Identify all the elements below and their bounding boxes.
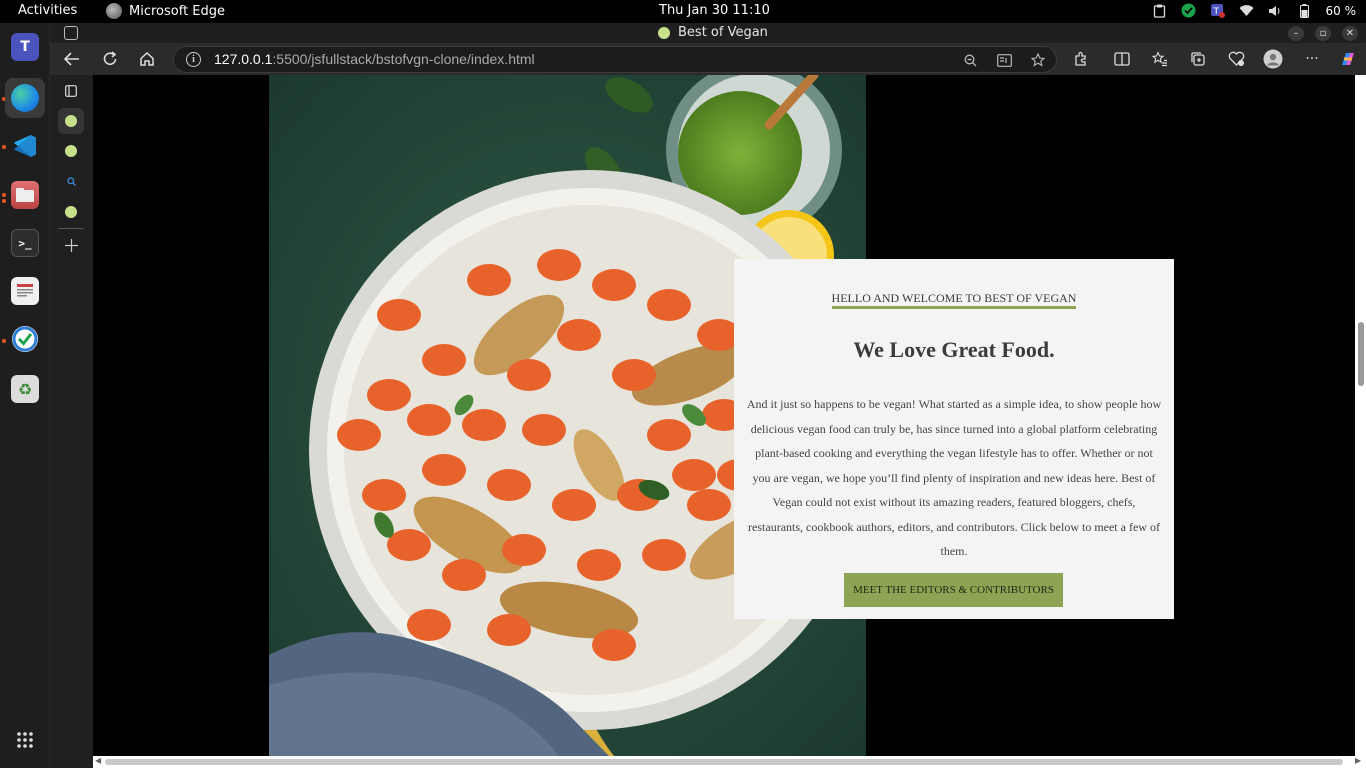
window-titlebar[interactable]: Best of Vegan – ▫ ✕: [50, 23, 1366, 43]
collections-icon[interactable]: [1188, 49, 1208, 69]
system-top-bar: Activities Microsoft Edge Thu Jan 30 11:…: [0, 0, 1366, 23]
back-arrow-icon[interactable]: [62, 49, 82, 69]
tab-best-of-vegan[interactable]: [58, 108, 84, 134]
scroll-left-arrow[interactable]: ◀: [95, 756, 101, 765]
page-viewport: HELLO AND WELCOME TO BEST OF VEGAN We Lo…: [93, 75, 1355, 756]
window-title: Best of Vegan: [658, 25, 768, 40]
url-path: :5500/jsfullstack/bstofvgn-clone/index.h…: [272, 51, 535, 67]
battery-percent: 60 %: [1325, 3, 1357, 18]
dock-item-terminal[interactable]: >_: [5, 223, 45, 263]
copilot-icon[interactable]: [1338, 49, 1358, 69]
welcome-card: HELLO AND WELCOME TO BEST OF VEGAN We Lo…: [734, 259, 1174, 619]
terminal-icon: >_: [11, 229, 39, 257]
teams-icon: T: [11, 33, 39, 61]
url-text[interactable]: 127.0.0.1:5500/jsfullstack/bstofvgn-clon…: [214, 51, 535, 67]
immersive-reader-icon[interactable]: [996, 52, 1012, 68]
wifi-icon[interactable]: [1239, 3, 1254, 18]
address-bar[interactable]: i 127.0.0.1:5500/jsfullstack/bstofvgn-cl…: [173, 46, 1057, 73]
edge-app-icon: [106, 3, 122, 19]
horizontal-scrollbar-thumb[interactable]: [105, 759, 1343, 765]
close-button[interactable]: ✕: [1342, 26, 1358, 41]
vertical-scrollbar-thumb[interactable]: [1358, 322, 1364, 386]
battery-icon[interactable]: [1297, 3, 1312, 18]
vertical-scrollbar[interactable]: [1355, 75, 1366, 756]
system-tray[interactable]: T 60 %: [1152, 3, 1357, 18]
new-tab-button[interactable]: [58, 232, 84, 258]
volume-icon[interactable]: [1268, 3, 1283, 18]
dock-item-vscode[interactable]: [5, 126, 45, 166]
tab-favicon: [65, 206, 77, 218]
trash-icon: ♻: [11, 375, 39, 403]
url-host: 127.0.0.1: [214, 51, 273, 67]
welcome-kicker: HELLO AND WELCOME TO BEST OF VEGAN: [734, 291, 1174, 309]
browser-essentials-icon[interactable]: [1226, 49, 1246, 69]
minimize-button[interactable]: –: [1288, 26, 1304, 41]
dock-item-trash[interactable]: ♻: [5, 369, 45, 409]
browser-toolbar: i 127.0.0.1:5500/jsfullstack/bstofvgn-cl…: [50, 43, 1366, 75]
tab-favicon: [65, 145, 77, 157]
site-info-icon[interactable]: i: [186, 52, 201, 67]
tab-divider: [58, 228, 84, 229]
tab-actions-icon[interactable]: [64, 26, 78, 40]
dock-item-files[interactable]: [5, 175, 45, 215]
tab-favicon: [65, 115, 77, 127]
welcome-kicker-text: HELLO AND WELCOME TO BEST OF VEGAN: [831, 291, 1077, 309]
split-screen-icon[interactable]: [1112, 49, 1132, 69]
svg-text:T: T: [1212, 7, 1219, 17]
horizontal-scrollbar[interactable]: ◀ ▶: [93, 756, 1366, 768]
document-viewer-icon: [11, 277, 39, 305]
vscode-icon: [11, 132, 39, 160]
welcome-headline: We Love Great Food.: [853, 337, 1055, 362]
dock-item-teams[interactable]: T: [5, 27, 45, 67]
maximize-button[interactable]: ▫: [1315, 26, 1331, 41]
extensions-icon[interactable]: [1071, 49, 1091, 69]
profile-avatar[interactable]: [1263, 49, 1283, 69]
favorites-icon[interactable]: [1150, 49, 1170, 69]
dock-item-security-app[interactable]: [5, 319, 45, 359]
app-name: Microsoft Edge: [129, 3, 226, 19]
dock-item-edge[interactable]: [5, 78, 45, 118]
activities-button[interactable]: Activities: [18, 3, 77, 18]
dock: T >_ ♻: [0, 23, 50, 768]
refresh-icon[interactable]: [100, 49, 120, 69]
browser-window: Best of Vegan – ▫ ✕ i 127.0.0.1:5500/jsf…: [50, 23, 1366, 768]
app-menu[interactable]: Microsoft Edge: [106, 3, 225, 19]
tab-actions-button[interactable]: [58, 78, 84, 104]
scroll-right-arrow[interactable]: ▶: [1355, 756, 1361, 765]
clipboard-icon[interactable]: [1152, 3, 1167, 18]
app-grid-icon: [11, 726, 39, 754]
meet-editors-button[interactable]: MEET THE EDITORS & CONTRIBUTORS: [844, 573, 1063, 607]
files-icon: [11, 181, 39, 209]
edge-icon: [11, 84, 39, 112]
clock[interactable]: Thu Jan 30 11:10: [659, 3, 770, 18]
tab-4[interactable]: [58, 199, 84, 225]
welcome-body: And it just so happens to be vegan! What…: [746, 397, 1162, 558]
vertical-tab-strip: [50, 75, 93, 768]
site-favicon: [658, 26, 670, 39]
teams-tray-icon[interactable]: T: [1210, 3, 1225, 18]
tab-2[interactable]: [58, 138, 84, 164]
tab-search[interactable]: [58, 168, 84, 194]
window-title-text: Best of Vegan: [678, 25, 768, 40]
more-options-icon[interactable]: ···: [1302, 49, 1322, 69]
dock-item-document-viewer[interactable]: [5, 271, 45, 311]
shield-check-icon[interactable]: [1181, 3, 1196, 18]
show-apps-button[interactable]: [5, 720, 45, 760]
home-icon[interactable]: [137, 49, 157, 69]
favorite-star-icon[interactable]: [1030, 52, 1046, 68]
security-app-icon: [11, 325, 39, 353]
zoom-icon[interactable]: [962, 52, 978, 68]
